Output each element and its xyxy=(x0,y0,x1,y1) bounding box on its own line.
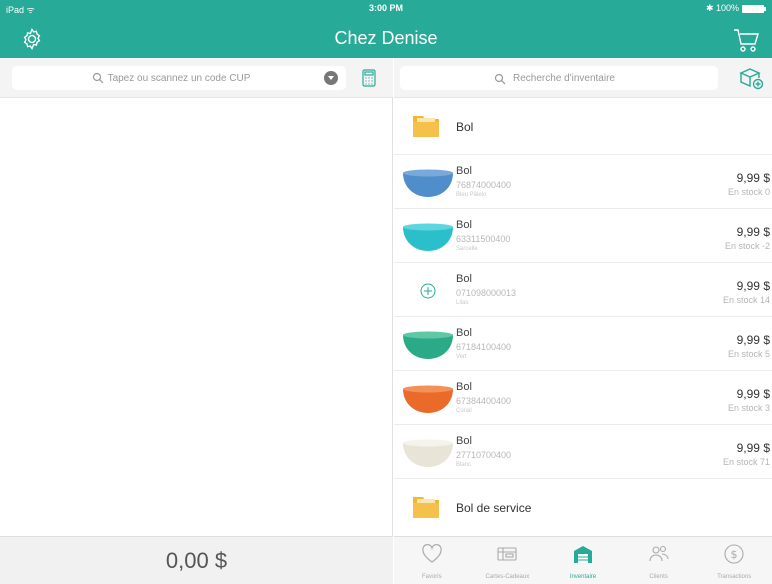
status-time: 3:00 PM xyxy=(368,3,403,13)
status-battery: ✱ 100% xyxy=(705,3,766,14)
inventory-item-row[interactable]: Bol 63311500400 Sarcelle 9,99 $ En stock… xyxy=(394,209,772,263)
bowl-thumbnail xyxy=(403,385,453,413)
svg-text:$: $ xyxy=(731,548,738,561)
item-variant: Bleu Pâlelo xyxy=(456,192,487,198)
item-price: 9,99 $ xyxy=(736,333,770,347)
inventory-item-row[interactable]: Bol 071098000013 Lilas 9,99 $ En stock 1… xyxy=(394,263,772,317)
item-price: 9,99 $ xyxy=(736,279,770,293)
tab-inventory[interactable]: Inventaire xyxy=(545,537,621,584)
cart-total: 0,00 $ xyxy=(165,548,228,573)
item-stock: En stock 3 xyxy=(727,403,770,413)
item-price: 9,99 $ xyxy=(736,171,770,185)
item-sku: 63311500400 xyxy=(456,234,511,244)
item-sku: 76874000400 xyxy=(456,180,512,190)
tab-label: Clients xyxy=(649,574,668,580)
bowl-thumbnail xyxy=(403,331,453,359)
app-header: iPad ᯤ 3:00 PM ✱ 100% Chez Denise xyxy=(0,0,772,58)
scan-options-chevron-icon[interactable] xyxy=(324,71,338,85)
folder-icon xyxy=(413,116,439,137)
status-bar: iPad ᯤ 3:00 PM ✱ 100% xyxy=(0,0,772,16)
warehouse-icon xyxy=(573,546,592,563)
cart-icon[interactable] xyxy=(732,27,760,53)
tab-label: Cartes-Cadeaux xyxy=(485,574,530,580)
inventory-folder-row[interactable]: Bol de service xyxy=(394,479,772,536)
dollar-coin-icon: $ xyxy=(724,544,744,564)
inventory-item-row[interactable]: Bol 67184100400 Vert 9,99 $ En stock 5 xyxy=(394,317,772,371)
folder-name: Bol de service xyxy=(456,501,532,515)
inventory-item-row[interactable]: Bol 67384400400 Corail 9,99 $ En stock 3 xyxy=(394,371,772,425)
item-sku: 071098000013 xyxy=(456,288,517,298)
item-name: Bol xyxy=(456,381,472,393)
item-stock: En stock 71 xyxy=(722,457,770,467)
bowl-thumbnail xyxy=(403,169,453,197)
item-name: Bol xyxy=(456,273,472,285)
inventory-search-bar xyxy=(394,58,772,98)
folder-name: Bol xyxy=(456,120,474,134)
inventory-item-row[interactable]: Bol 27710700400 Blanc 9,99 $ En stock 71 xyxy=(394,425,772,479)
heart-icon xyxy=(422,544,442,563)
item-sku: 27710700400 xyxy=(456,450,512,460)
item-name: Bol xyxy=(456,327,472,339)
inventory-list: Bol Bol 76874000400 Bleu Pâlelo 9,99 $ E… xyxy=(394,98,772,536)
tab-transactions[interactable]: $ Transactions xyxy=(696,537,772,584)
tab-favorites[interactable]: Favoris xyxy=(394,537,470,584)
inventory-pane: Bol Bol 76874000400 Bleu Pâlelo 9,99 $ E… xyxy=(394,58,772,584)
tab-label: Transactions xyxy=(717,574,752,580)
item-stock: En stock 0 xyxy=(727,187,770,197)
search-icon xyxy=(92,72,104,84)
battery-icon xyxy=(742,4,766,13)
item-name: Bol xyxy=(456,219,472,231)
folder-icon xyxy=(413,497,439,518)
item-variant: Corail xyxy=(456,408,472,414)
item-stock: En stock 14 xyxy=(722,295,770,305)
cart-pane: 0,00 $ xyxy=(0,58,393,584)
inventory-item-row[interactable]: Bol 76874000400 Bleu Pâlelo 9,99 $ En st… xyxy=(394,155,772,209)
bottom-tab-bar: Favoris Cartes-Cadeaux Inventaire Client… xyxy=(394,536,772,584)
item-stock: En stock 5 xyxy=(727,349,770,359)
battery-text: ✱ 100% xyxy=(705,3,739,13)
inventory-search-input[interactable] xyxy=(400,66,718,90)
item-variant: Lilas xyxy=(456,300,469,306)
scan-bar xyxy=(0,58,393,98)
cart-items-area xyxy=(0,98,393,568)
item-name: Bol xyxy=(456,165,472,177)
tab-label: Favoris xyxy=(421,574,442,580)
calculator-icon[interactable] xyxy=(362,69,376,87)
item-variant: Blanc xyxy=(456,462,472,468)
bowl-thumbnail xyxy=(403,223,453,251)
clients-icon xyxy=(649,545,669,562)
item-stock: En stock -2 xyxy=(724,241,770,251)
add-circle-icon xyxy=(420,283,436,299)
item-sku: 67384400400 xyxy=(456,396,512,406)
bowl-thumbnail xyxy=(403,439,453,467)
scan-field-wrapper xyxy=(12,66,346,90)
tab-gift-cards[interactable]: Cartes-Cadeaux xyxy=(470,537,546,584)
add-inventory-box-icon[interactable] xyxy=(738,66,764,90)
upc-scan-input[interactable] xyxy=(12,66,346,90)
inventory-folder-row[interactable]: Bol xyxy=(394,98,772,155)
item-sku: 67184100400 xyxy=(456,342,512,352)
tab-clients[interactable]: Clients xyxy=(621,537,697,584)
item-price: 9,99 $ xyxy=(736,387,770,401)
item-price: 9,99 $ xyxy=(736,225,770,239)
search-icon xyxy=(494,73,506,85)
gift-card-icon xyxy=(497,547,517,561)
store-title: Chez Denise xyxy=(334,28,438,48)
item-variant: Vert xyxy=(456,354,467,360)
total-bar[interactable]: 0,00 $ xyxy=(0,536,393,584)
item-name: Bol xyxy=(456,435,472,447)
item-price: 9,99 $ xyxy=(736,441,770,455)
tab-label: Inventaire xyxy=(569,574,597,580)
item-variant: Sarcelle xyxy=(456,246,478,252)
